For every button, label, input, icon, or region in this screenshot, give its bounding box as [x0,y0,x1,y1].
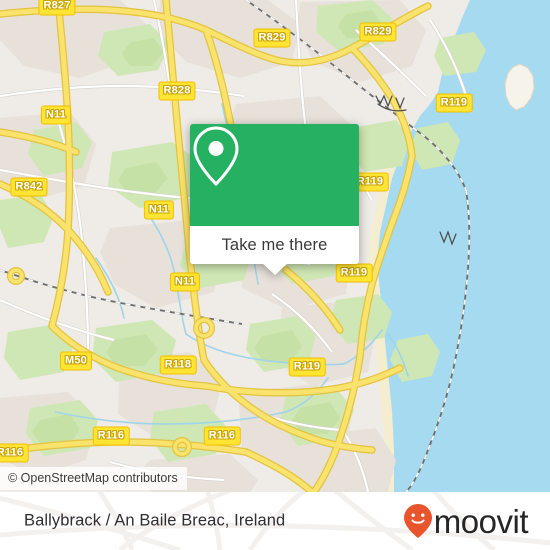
road-shield: N11 [143,200,175,220]
road-shield: R829 [359,22,397,42]
map-canvas[interactable]: R827 R829 R829 R828 R119 N11 R842 N11 R119 N11 R11… [0,0,550,492]
moovit-pin-smiley-icon [403,504,432,538]
road-shield: R116 [203,426,241,446]
map-attribution[interactable]: © OpenStreetMap contributors [0,467,187,490]
location-popup-card[interactable]: Take me there [190,124,359,275]
road-shield: N11 [169,272,201,292]
road-shield: N11 [40,105,72,125]
road-shield: R829 [253,28,291,48]
take-me-there-label: Take me there [221,235,328,254]
moovit-wordmark: moovit [433,502,529,540]
moovit-logo[interactable]: moovit [403,502,529,540]
footer-bar: Ballybrack / An Baile Breac, Ireland moo… [0,492,550,550]
map-pin-icon [193,126,239,187]
road-shield: R828 [158,81,196,101]
road-shield: R119 [288,357,326,377]
road-shield: M50 [60,351,92,371]
road-shield: R119 [335,263,373,283]
road-shield: R827 [38,0,76,16]
popup-action-area[interactable]: Take me there [190,226,359,275]
road-shield: R842 [10,177,48,197]
road-shield: R116 [0,443,29,463]
popup-icon-area [190,124,359,226]
moovit-map-screenshot: R827 R829 R829 R828 R119 N11 R842 N11 R119 N11 R11… [0,0,550,550]
road-shield: R119 [435,93,473,113]
road-shield: R116 [92,426,130,446]
location-title: Ballybrack / An Baile Breac, Ireland [24,511,286,530]
road-shield: R118 [159,355,197,375]
popup-pointer-tail [261,263,288,275]
